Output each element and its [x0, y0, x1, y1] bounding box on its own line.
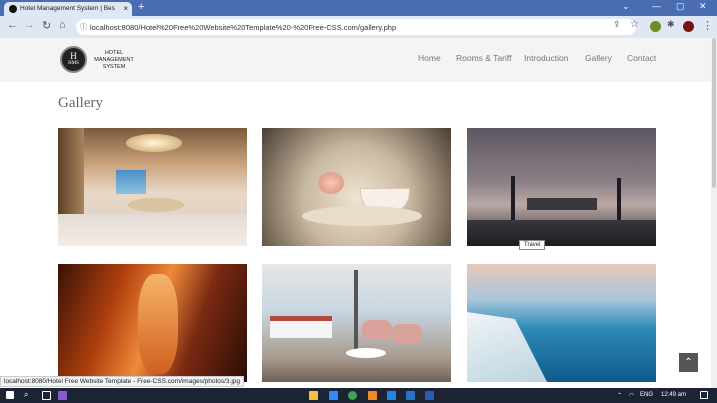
- home-icon[interactable]: ⌂: [59, 19, 66, 31]
- site-header: H HMS HOTEL MANAGEMENT SYSTEM Home Rooms…: [0, 38, 717, 82]
- back-icon[interactable]: ←: [7, 19, 18, 31]
- browser-toolbar: ← → ↻ ⌂ ⓘ localhost:8080/Hotel%20Free%20…: [0, 16, 717, 38]
- word-icon[interactable]: [425, 391, 434, 400]
- visual-studio-icon[interactable]: [58, 391, 67, 400]
- reload-icon[interactable]: ↻: [42, 19, 51, 32]
- gallery-photo-room[interactable]: [262, 264, 451, 382]
- nav-rooms-tariff[interactable]: Rooms & Tariff: [456, 53, 511, 63]
- language-indicator[interactable]: ENG: [640, 392, 653, 398]
- tab-search-chevron-icon[interactable]: ⌄: [622, 1, 630, 12]
- search-icon[interactable]: ⌕: [24, 390, 28, 400]
- mail-icon[interactable]: [406, 391, 415, 400]
- browser-tab[interactable]: Hotel Management System | Bes ×: [4, 2, 132, 16]
- browser-tab-strip: Hotel Management System | Bes × + ⌄ — ▢ …: [0, 0, 717, 16]
- logo-text-line-3: SYSTEM: [102, 64, 126, 70]
- gallery-photo-sea[interactable]: [467, 264, 656, 382]
- new-tab-button[interactable]: +: [138, 1, 144, 13]
- site-info-icon[interactable]: ⓘ: [80, 22, 87, 32]
- forward-icon[interactable]: →: [24, 19, 35, 31]
- windows-start-icon[interactable]: [6, 391, 14, 399]
- browser-menu-icon[interactable]: ⋮: [702, 19, 713, 32]
- maximize-button[interactable]: ▢: [676, 1, 685, 12]
- back-to-top-button[interactable]: ⌃: [679, 353, 698, 372]
- logo-text-line-2: MANAGEMENT: [94, 57, 134, 63]
- extensions-puzzle-icon[interactable]: ✱: [667, 19, 675, 30]
- share-icon[interactable]: ⇪: [613, 19, 621, 30]
- chrome-icon[interactable]: [348, 391, 357, 400]
- extension-icon[interactable]: [650, 21, 661, 32]
- scrollbar-thumb[interactable]: [712, 38, 716, 188]
- tab-title: Hotel Management System | Bes: [20, 5, 115, 12]
- site-logo[interactable]: H HMS: [60, 46, 87, 73]
- network-icon[interactable]: ◠: [629, 392, 634, 399]
- vscode-icon[interactable]: [387, 391, 396, 400]
- bookmark-star-icon[interactable]: ☆: [630, 19, 639, 30]
- link-status-bar: localhost:8080/Hotel Free Website Templa…: [0, 376, 245, 387]
- clock[interactable]: 12:49 am: [661, 392, 686, 398]
- nav-gallery[interactable]: Gallery: [585, 53, 612, 63]
- gallery-photo-bridge[interactable]: [467, 128, 656, 246]
- xampp-icon[interactable]: [368, 391, 377, 400]
- zoom-icon[interactable]: [329, 391, 338, 400]
- logo-text-line-1: HOTEL: [104, 50, 124, 56]
- task-view-icon[interactable]: [42, 391, 51, 400]
- tab-close-icon[interactable]: ×: [123, 4, 128, 13]
- address-bar-input[interactable]: ⓘ localhost:8080/Hotel%20Free%20Website%…: [76, 19, 636, 35]
- logo-letter: H: [70, 51, 77, 61]
- windows-taskbar: ⌕ ⌃ ◠ ENG 12:49 am: [0, 388, 717, 403]
- nav-introduction[interactable]: Introduction: [524, 53, 568, 63]
- page-content: H HMS HOTEL MANAGEMENT SYSTEM Home Rooms…: [0, 38, 717, 388]
- logo-text: HOTEL MANAGEMENT SYSTEM: [89, 50, 139, 71]
- image-tooltip: Travel: [519, 240, 546, 250]
- page-title: Gallery: [58, 95, 103, 111]
- minimize-button[interactable]: —: [652, 1, 661, 11]
- profile-avatar-icon[interactable]: [683, 21, 694, 32]
- address-bar-url: localhost:8080/Hotel%20Free%20Website%20…: [90, 23, 397, 32]
- tray-up-arrow-icon[interactable]: ⌃: [617, 392, 622, 399]
- file-explorer-icon[interactable]: [309, 391, 318, 400]
- site-favicon-icon: [9, 5, 17, 13]
- gallery-photo-tea[interactable]: [262, 128, 451, 246]
- close-window-button[interactable]: ✕: [699, 1, 707, 12]
- logo-small-text: HMS: [68, 61, 79, 66]
- gallery-photo-lobby[interactable]: [58, 128, 247, 246]
- nav-contact[interactable]: Contact: [627, 53, 656, 63]
- notification-icon[interactable]: [700, 391, 708, 399]
- gallery-photo-canyon[interactable]: [58, 264, 247, 382]
- nav-home[interactable]: Home: [418, 53, 441, 63]
